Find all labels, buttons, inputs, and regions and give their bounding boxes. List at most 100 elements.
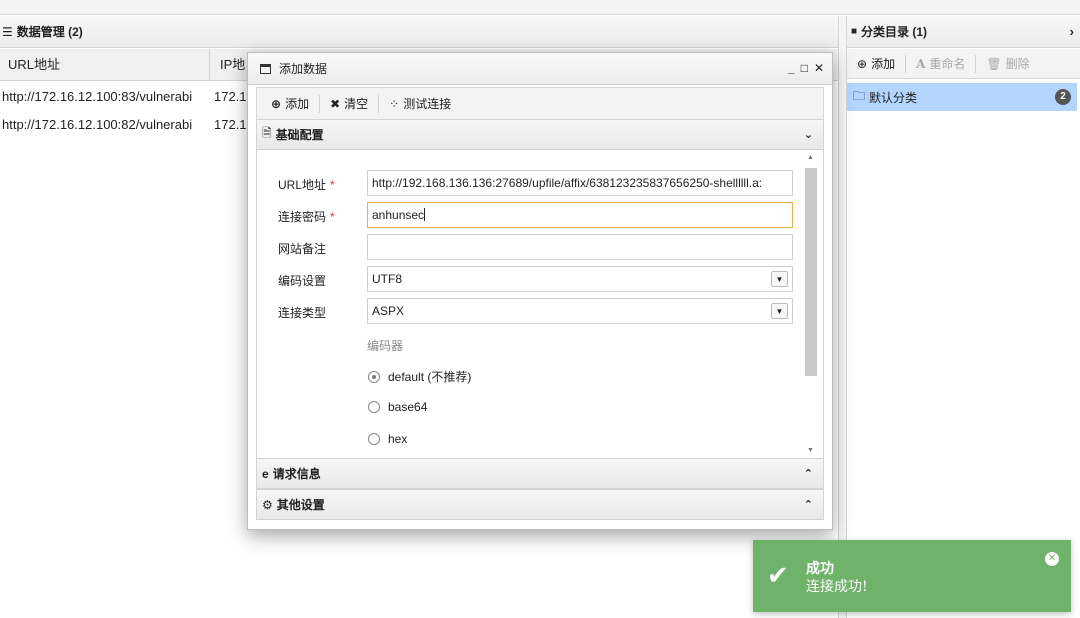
row-url: http://172.16.12.100:82/vulnerabi xyxy=(2,116,193,132)
encoder-option-label: hex xyxy=(388,432,408,446)
chevron-right-icon[interactable]: › xyxy=(1070,24,1074,39)
category-rename-label: 重命名 xyxy=(929,57,966,71)
row-ip: 172.1 xyxy=(214,88,247,104)
add-button[interactable]: ⊕ 添加 xyxy=(261,94,321,113)
plus-circle-icon: ⊕ xyxy=(857,56,868,71)
list-icon: ☰ xyxy=(2,24,13,39)
minimize-icon[interactable]: _ xyxy=(788,61,795,75)
font-icon: A xyxy=(916,56,926,71)
section-request-title: 请求信息 xyxy=(272,467,321,481)
type-value: ASPX xyxy=(372,304,405,318)
folder-icon: ■ xyxy=(851,26,858,37)
password-input[interactable]: anhunsec xyxy=(367,202,793,228)
category-delete-button[interactable]: 🗑 删除 xyxy=(976,55,1039,73)
encoding-label: 编码设置 xyxy=(278,274,327,288)
folder-outline-icon: 🗀 xyxy=(853,88,866,103)
close-icon[interactable]: ✕ xyxy=(814,61,824,75)
category-delete-label: 删除 xyxy=(1005,57,1030,71)
clear-label: 清空 xyxy=(344,97,369,111)
category-item-label: 默认分类 xyxy=(869,90,918,105)
type-select[interactable]: ASPX ▼ xyxy=(367,298,793,324)
category-item-default[interactable]: 🗀 默认分类 2 xyxy=(847,83,1077,111)
maximize-icon[interactable]: □ xyxy=(801,61,808,75)
chevron-down-icon[interactable]: ▼ xyxy=(771,271,788,287)
radio-unchecked-icon[interactable] xyxy=(368,401,380,413)
success-toast: ✔ 成功 连接成功! ✕ xyxy=(753,540,1071,612)
url-label: URL地址 xyxy=(278,178,327,192)
clear-button[interactable]: ✖ 清空 xyxy=(320,94,380,113)
category-panel-header: ■ 分类目录 (1) › xyxy=(847,16,1080,48)
column-url[interactable]: URL地址 xyxy=(0,49,210,80)
encoding-value: UTF8 xyxy=(372,272,402,286)
trash-icon: 🗑 xyxy=(986,56,1002,71)
add-data-dialog: 添加数据 _ □ ✕ ⊕ 添加 ✖ 清空 ⁘ 测试连接 🗎 基础配置 ⌄ URL… xyxy=(247,52,833,530)
encoder-label: 编码器 xyxy=(367,339,404,353)
radio-checked-icon[interactable] xyxy=(368,370,380,383)
category-add-button[interactable]: ⊕ 添加 xyxy=(847,54,907,73)
toast-title: 成功 xyxy=(806,561,834,577)
chevron-up-icon: ⌃ xyxy=(803,468,813,480)
window-icon xyxy=(260,63,271,74)
chevron-down-icon: ⌄ xyxy=(803,129,813,141)
scroll-down-icon[interactable]: ▼ xyxy=(807,447,814,454)
add-label: 添加 xyxy=(285,97,310,111)
type-row: 连接类型 ASPX ▼ xyxy=(257,298,807,325)
column-ip[interactable]: IP地 xyxy=(210,49,245,81)
section-basic-title: 基础配置 xyxy=(275,128,324,142)
document-icon: 🗎 xyxy=(262,126,272,140)
encoding-select[interactable]: UTF8 ▼ xyxy=(367,266,793,292)
data-panel-title: 数据管理 (2) xyxy=(16,25,83,39)
spinner-icon: ⁘ xyxy=(389,96,400,111)
category-panel-title: 分类目录 (1) xyxy=(861,25,928,39)
encoding-row: 编码设置 UTF8 ▼ xyxy=(257,266,807,293)
test-connection-label: 测试连接 xyxy=(403,97,452,111)
type-label: 连接类型 xyxy=(278,306,327,320)
plus-circle-icon: ⊕ xyxy=(271,96,282,111)
data-panel-header: ☰ 数据管理 (2) xyxy=(0,16,840,48)
encoder-option-hex[interactable]: hex xyxy=(368,432,407,446)
note-label: 网站备注 xyxy=(278,242,327,256)
category-toolbar: ⊕ 添加 A 重命名 🗑 删除 xyxy=(847,49,1080,79)
scroll-up-icon[interactable]: ▲ xyxy=(807,154,814,161)
required-mark: * xyxy=(330,210,335,224)
chevron-up-icon: ⌃ xyxy=(803,499,813,511)
category-rename-button[interactable]: A 重命名 xyxy=(906,54,977,73)
basic-config-body: URL地址 * http://192.168.136.136:27689/upfi… xyxy=(256,150,824,458)
chevron-down-icon[interactable]: ▼ xyxy=(771,303,788,319)
scrollbar-thumb[interactable] xyxy=(805,168,817,376)
section-other-settings[interactable]: ⚙ 其他设置 ⌃ xyxy=(256,489,824,520)
dialog-toolbar: ⊕ 添加 ✖ 清空 ⁘ 测试连接 xyxy=(256,87,824,119)
required-mark: * xyxy=(330,178,335,192)
text-caret xyxy=(424,208,426,221)
password-label: 连接密码 xyxy=(278,210,327,224)
category-count-badge: 2 xyxy=(1055,89,1071,105)
close-icon[interactable]: ✕ xyxy=(1045,552,1059,566)
section-other-title: 其他设置 xyxy=(276,498,325,512)
ie-icon: e xyxy=(262,466,269,481)
encoder-option-label: base64 xyxy=(388,400,428,414)
x-icon: ✖ xyxy=(330,96,341,111)
password-value: anhunsec xyxy=(372,208,425,222)
encoder-option-base64[interactable]: base64 xyxy=(368,400,427,414)
test-connection-button[interactable]: ⁘ 测试连接 xyxy=(379,95,461,113)
dialog-title: 添加数据 xyxy=(279,62,328,76)
top-strip xyxy=(0,0,1080,15)
section-basic-config[interactable]: 🗎 基础配置 ⌄ xyxy=(256,119,824,150)
row-url: http://172.16.12.100:83/vulnerabi xyxy=(2,88,193,104)
dialog-titlebar[interactable]: 添加数据 _ □ ✕ xyxy=(248,53,832,85)
scrollbar[interactable]: ▲ ▼ xyxy=(805,154,817,454)
check-icon: ✔ xyxy=(767,560,789,590)
category-add-label: 添加 xyxy=(871,57,896,71)
url-row: URL地址 * http://192.168.136.136:27689/upfi… xyxy=(257,170,807,197)
url-input[interactable]: http://192.168.136.136:27689/upfile/affi… xyxy=(367,170,793,196)
note-row: 网站备注 xyxy=(257,234,807,261)
note-input[interactable] xyxy=(367,234,793,260)
password-row: 连接密码 * anhunsec xyxy=(257,202,807,229)
radio-unchecked-icon[interactable] xyxy=(368,433,380,445)
section-request-info[interactable]: e 请求信息 ⌃ xyxy=(256,458,824,489)
gears-icon: ⚙ xyxy=(262,497,273,512)
encoder-option-label: default (不推荐) xyxy=(388,370,472,384)
toast-message: 连接成功! xyxy=(806,579,868,595)
encoder-option-default[interactable]: default (不推荐) xyxy=(368,368,471,385)
panel-splitter[interactable] xyxy=(838,16,847,618)
